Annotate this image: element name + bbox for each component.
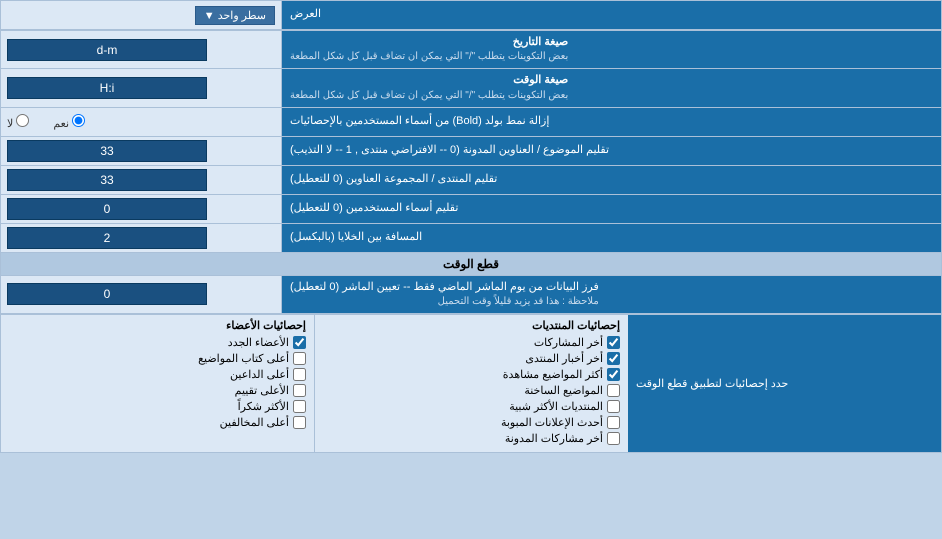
limit-label: حدد إحصائيات لتطبيق قطع الوقت [628, 315, 941, 452]
member-stats-title: إحصائيات الأعضاء [9, 319, 306, 332]
topic-titles-label: تقليم الموضوع / العناوين المدونة (0 -- ا… [281, 137, 941, 165]
usernames-input[interactable] [7, 198, 207, 220]
dropdown-arrow-icon: ▼ [204, 10, 215, 22]
checkbox-most-popular[interactable] [607, 400, 620, 413]
bold-remove-options: نعم لا [1, 108, 281, 136]
forum-stats-title: إحصائيات المنتديات [323, 319, 620, 332]
checkbox-top-inviters[interactable] [293, 368, 306, 381]
checkbox-top-authors[interactable] [293, 352, 306, 365]
usernames-label: تقليم أسماء المستخدمين (0 للتعطيل) [281, 195, 941, 223]
list-item: الأعضاء الجدد [9, 336, 306, 349]
date-format-input[interactable] [7, 39, 207, 61]
list-item: أحدث الإعلانات المبوبة [323, 416, 620, 429]
checkbox-new-members[interactable] [293, 336, 306, 349]
radio-yes-input[interactable] [72, 114, 85, 127]
cutoff-filter-label: فرز البيانات من يوم الماشر الماضي فقط --… [281, 276, 941, 313]
topic-titles-input[interactable] [7, 140, 207, 162]
list-item: المنتديات الأكثر شبية [323, 400, 620, 413]
checkbox-most-thanks[interactable] [293, 400, 306, 413]
list-item: المواضيع الساخنة [323, 384, 620, 397]
list-item: أعلى الداعين [9, 368, 306, 381]
list-item: أخر المشاركات [323, 336, 620, 349]
checkbox-latest-classified[interactable] [607, 416, 620, 429]
date-format-label: صيغة التاريخ بعض التكوينات يتطلب "/" الت… [281, 31, 941, 68]
forum-titles-input[interactable] [7, 169, 207, 191]
checkbox-hot-topics[interactable] [607, 384, 620, 397]
list-item: أعلى المخالفين [9, 416, 306, 429]
cutoff-section-header: قطع الوقت [1, 253, 941, 276]
list-item: أكثر المواضيع مشاهدة [323, 368, 620, 381]
checkboxes-section: حدد إحصائيات لتطبيق قطع الوقت إحصائيات ا… [1, 314, 941, 452]
list-item: الأكثر شكراً [9, 400, 306, 413]
radio-no-label[interactable]: لا [7, 114, 29, 130]
single-line-dropdown[interactable]: سطر واحد ▼ [195, 6, 275, 25]
list-item: الأعلى تقييم [9, 384, 306, 397]
checkbox-top-rated[interactable] [293, 384, 306, 397]
time-format-input[interactable] [7, 77, 207, 99]
member-stats-col: إحصائيات الأعضاء الأعضاء الجدد أعلى كتاب… [1, 315, 314, 452]
list-item: أعلى كتاب المواضيع [9, 352, 306, 365]
checkbox-most-viewed[interactable] [607, 368, 620, 381]
display-label: العرض [281, 1, 941, 29]
forum-stats-col: إحصائيات المنتديات أخر المشاركات أخر أخب… [314, 315, 628, 452]
checkbox-last-blog-posts[interactable] [607, 432, 620, 445]
cell-spacing-label: المسافة بين الخلايا (بالبكسل) [281, 224, 941, 252]
cell-spacing-input[interactable] [7, 227, 207, 249]
time-format-label: صيغة الوقت بعض التكوينات يتطلب "/" التي … [281, 69, 941, 106]
list-item: أخر أخبار المنتدى [323, 352, 620, 365]
bold-remove-label: إزالة نمط بولد (Bold) من أسماء المستخدمي… [281, 108, 941, 136]
radio-yes-label[interactable]: نعم [53, 114, 85, 130]
checkbox-last-posts[interactable] [607, 336, 620, 349]
forum-titles-label: تقليم المنتدى / المجموعة العناوين (0 للت… [281, 166, 941, 194]
list-item: أخر مشاركات المدونة [323, 432, 620, 445]
radio-no-input[interactable] [16, 114, 29, 127]
cutoff-value-input[interactable] [7, 283, 207, 305]
checkbox-last-news[interactable] [607, 352, 620, 365]
checkbox-top-violators[interactable] [293, 416, 306, 429]
